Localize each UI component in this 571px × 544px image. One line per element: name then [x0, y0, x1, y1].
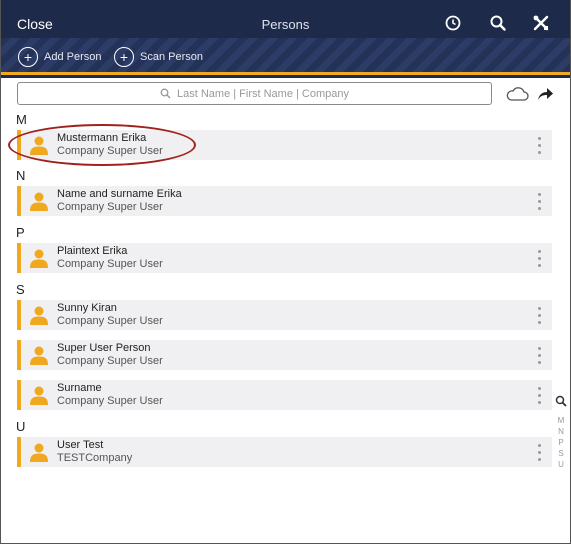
index-search-icon[interactable] — [555, 395, 567, 407]
index-letter[interactable]: S — [555, 448, 567, 459]
person-name: User Test — [57, 439, 104, 451]
search-field-icon — [160, 88, 171, 99]
more-options-icon[interactable] — [536, 137, 542, 154]
person-role: TESTCompany — [57, 452, 133, 464]
cloud-icon[interactable] — [505, 86, 529, 107]
nav-row: Close Persons — [1, 8, 570, 40]
person-avatar-icon — [30, 346, 48, 365]
alphabet-index[interactable]: M N P S U — [555, 395, 567, 470]
list-item[interactable]: Super User Person Company Super User — [17, 340, 552, 370]
plus-icon: + — [114, 47, 134, 67]
person-role: Company Super User — [57, 315, 163, 327]
more-options-icon[interactable] — [536, 250, 542, 267]
highlight-annotation — [8, 124, 196, 166]
section-letter-p: P — [16, 225, 25, 240]
list-item[interactable]: Plaintext Erika Company Super User — [17, 243, 552, 273]
person-role: Company Super User — [57, 355, 163, 367]
list-item[interactable]: Name and surname Erika Company Super Use… — [17, 186, 552, 216]
index-letter[interactable]: P — [555, 437, 567, 448]
search-placeholder: Last Name | First Name | Company — [177, 87, 349, 100]
tools-icon[interactable] — [532, 14, 552, 34]
more-options-icon[interactable] — [536, 387, 542, 404]
share-arrow-icon[interactable] — [536, 86, 554, 107]
index-letter[interactable]: U — [555, 459, 567, 470]
person-role: Company Super User — [57, 201, 163, 213]
section-letter-m: M — [16, 112, 27, 127]
more-options-icon[interactable] — [536, 444, 542, 461]
page-title: Persons — [261, 17, 310, 32]
action-toolbar: + Add Person + Scan Person — [1, 38, 570, 75]
person-avatar-icon — [30, 249, 48, 268]
more-options-icon[interactable] — [536, 347, 542, 364]
search-icon[interactable] — [489, 14, 509, 34]
list-item[interactable]: Surname Company Super User — [17, 380, 552, 410]
list-item[interactable]: Sunny Kiran Company Super User — [17, 300, 552, 330]
add-person-label: Add Person — [44, 51, 102, 63]
section-letter-u: U — [16, 419, 26, 434]
person-role: Company Super User — [57, 258, 163, 270]
person-avatar-icon — [30, 386, 48, 405]
person-role: Company Super User — [57, 395, 163, 407]
add-person-button[interactable]: + Add Person — [18, 47, 101, 67]
person-name: Name and surname Erika — [57, 188, 182, 200]
scan-person-label: Scan Person — [140, 51, 203, 63]
more-options-icon[interactable] — [536, 307, 542, 324]
scan-person-button[interactable]: + Scan Person — [114, 47, 203, 67]
person-name: Sunny Kiran — [57, 302, 117, 314]
person-name: Surname — [57, 382, 102, 394]
person-name: Super User Person — [57, 342, 151, 354]
section-letter-s: S — [16, 282, 25, 297]
person-avatar-icon — [30, 306, 48, 325]
search-input[interactable]: Last Name | First Name | Company — [17, 82, 492, 105]
clock-icon[interactable] — [444, 14, 464, 34]
index-letter[interactable]: N — [555, 426, 567, 437]
person-name: Plaintext Erika — [57, 245, 128, 257]
index-letter[interactable]: M — [555, 415, 567, 426]
person-avatar-icon — [30, 192, 48, 211]
more-options-icon[interactable] — [536, 193, 542, 210]
person-avatar-icon — [30, 443, 48, 462]
plus-icon: + — [18, 47, 38, 67]
accent-divider — [1, 72, 570, 75]
list-item[interactable]: User Test TESTCompany — [17, 437, 552, 467]
navigation-bar: Close Persons + Add Person + Scan Person — [1, 0, 570, 78]
section-letter-n: N — [16, 168, 26, 183]
